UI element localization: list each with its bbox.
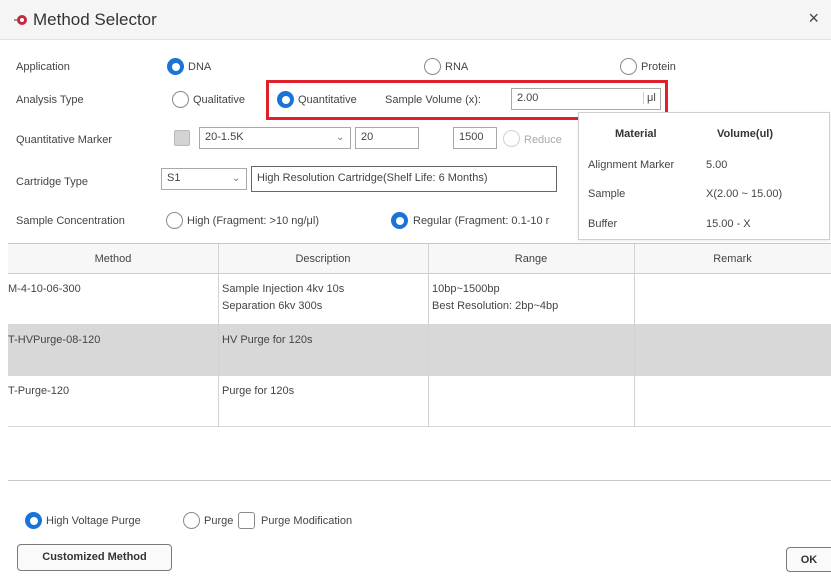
row-description: HV Purge for 120s (222, 334, 313, 346)
row-description: Sample Injection 4kv 10s (222, 283, 345, 295)
table-row[interactable]: M-4-10-06-300 Sample Injection 4kv 10s S… (8, 274, 831, 325)
column-divider (634, 244, 635, 427)
popup-header-material: Material (615, 128, 657, 140)
marker-max-value: 1500 (459, 131, 484, 143)
concentration-regular-label: Regular (Fragment: 0.1-10 r (413, 215, 550, 227)
application-rna-radio[interactable] (424, 58, 441, 75)
cartridge-type-label: Cartridge Type (16, 176, 88, 188)
cartridge-dropdown[interactable]: S1 ⌄ (161, 168, 247, 190)
title-bar: Method Selector × (0, 0, 831, 40)
marker-min-input[interactable]: 20 (355, 127, 419, 149)
column-header-description[interactable]: Description (218, 253, 428, 265)
sample-concentration-label: Sample Concentration (16, 215, 125, 227)
chevron-down-icon: ⌄ (232, 173, 241, 184)
application-dna-label: DNA (188, 61, 212, 73)
qualitative-radio[interactable] (172, 91, 189, 108)
column-divider (428, 244, 429, 427)
marker-min-value: 20 (361, 131, 374, 143)
cartridge-description: High Resolution Cartridge(Shelf Life: 6 … (251, 166, 557, 192)
column-header-remark[interactable]: Remark (634, 253, 831, 265)
method-table: Method Description Range Remark M-4-10-0… (8, 243, 831, 481)
popup-material: Sample (588, 188, 626, 200)
purge-label: Purge (204, 515, 234, 527)
popup-material: Alignment Marker (588, 159, 675, 171)
purge-modification-label: Purge Modification (261, 515, 353, 527)
column-header-range[interactable]: Range (428, 253, 634, 265)
purge-modification-checkbox[interactable] (238, 512, 255, 529)
purge-radio[interactable] (183, 512, 200, 529)
reduce-radio[interactable] (503, 130, 520, 147)
analysis-type-label: Analysis Type (16, 94, 84, 106)
table-header: Method Description Range Remark (8, 244, 831, 274)
row-description: Separation 6kv 300s (222, 300, 323, 312)
row-range: Best Resolution: 2bp~4bp (432, 300, 559, 312)
marker-dropdown[interactable]: 20-1.5K ⌄ (199, 127, 351, 149)
concentration-high-radio[interactable] (166, 212, 183, 229)
table-row[interactable]: T-Purge-120 Purge for 120s (8, 376, 831, 427)
application-rna-label: RNA (445, 61, 469, 73)
close-icon[interactable]: × (808, 8, 819, 29)
column-divider (218, 244, 219, 427)
row-method: T-HVPurge-08-120 (8, 334, 101, 346)
quantitative-marker-label: Quantitative Marker (16, 134, 112, 146)
marker-max-input[interactable]: 1500 (453, 127, 497, 149)
qualitative-label: Qualitative (193, 94, 245, 106)
quantitative-marker-checkbox[interactable] (174, 130, 190, 146)
concentration-high-label: High (Fragment: >10 ng/μl) (187, 215, 319, 227)
marker-dropdown-value: 20-1.5K (205, 131, 244, 143)
chevron-down-icon: ⌄ (336, 132, 345, 143)
window-title: Method Selector (33, 10, 157, 29)
cartridge-dropdown-value: S1 (167, 172, 181, 184)
application-label: Application (16, 61, 70, 73)
popup-volume: 5.00 (706, 159, 728, 171)
row-range: 10bp~1500bp (432, 283, 500, 295)
popup-volume: 15.00 - X (706, 218, 751, 230)
row-method: M-4-10-06-300 (8, 283, 81, 295)
popup-material: Buffer (588, 218, 618, 230)
reduce-label: Reduce (524, 134, 562, 146)
row-method: T-Purge-120 (8, 385, 70, 397)
popup-header-volume: Volume(ul) (717, 128, 774, 140)
application-protein-radio[interactable] (620, 58, 637, 75)
volume-popup: Material Volume(ul) Alignment Marker 5.0… (578, 112, 830, 240)
concentration-regular-radio[interactable] (391, 212, 408, 229)
customized-method-button[interactable]: Customized Method (17, 544, 172, 571)
high-voltage-purge-radio[interactable] (25, 512, 42, 529)
popup-volume: X(2.00 ~ 15.00) (706, 188, 783, 200)
high-voltage-purge-label: High Voltage Purge (46, 515, 141, 527)
ok-button[interactable]: OK (786, 547, 831, 572)
row-description: Purge for 120s (222, 385, 295, 397)
table-row-selected[interactable]: T-HVPurge-08-120 HV Purge for 120s (8, 325, 831, 376)
application-dna-radio[interactable] (167, 58, 184, 75)
column-header-method[interactable]: Method (8, 253, 218, 265)
application-protein-label: Protein (641, 61, 676, 73)
app-logo-icon (14, 15, 27, 25)
